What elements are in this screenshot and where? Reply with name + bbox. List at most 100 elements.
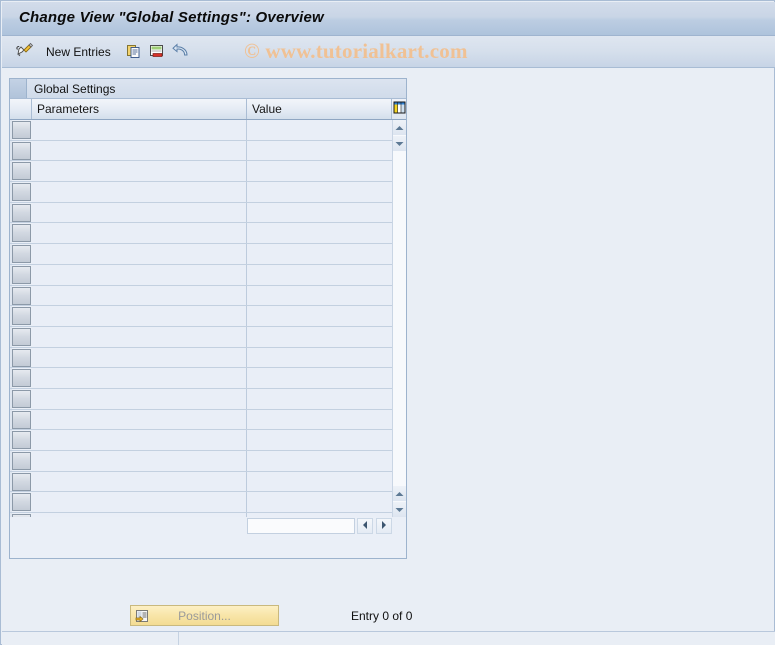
row-select-button[interactable] [12,162,31,181]
table-body[interactable] [10,120,406,517]
cell-value[interactable] [247,471,392,492]
table-row[interactable] [10,451,406,472]
panel-header: Global Settings [10,79,406,99]
scroll-right-button[interactable] [376,518,392,534]
row-select-button[interactable] [12,410,31,429]
cell-value[interactable] [247,182,392,202]
cell-value[interactable] [247,409,392,430]
table-row[interactable] [10,264,406,286]
table-row[interactable] [10,244,406,265]
delete-row-button[interactable] [147,39,167,65]
scroll-down-button[interactable] [393,502,406,517]
undo-change-button[interactable] [170,39,192,65]
scroll-page-up-button[interactable] [393,120,406,135]
row-select-button[interactable] [12,389,31,408]
cell-value[interactable] [247,451,392,471]
row-select-button[interactable] [12,245,31,264]
cell-parameters[interactable] [32,347,247,368]
new-entries-button[interactable]: New Entries [46,39,111,65]
table-row[interactable] [10,368,406,389]
row-select-button[interactable] [12,224,31,243]
cell-parameters[interactable] [32,409,247,430]
cell-value[interactable] [247,326,392,347]
column-header-select-all[interactable] [10,99,32,119]
scroll-page-down-button[interactable] [393,136,406,151]
scroll-left-button[interactable] [357,518,373,534]
cell-value[interactable] [247,202,392,223]
cell-value[interactable] [247,430,392,450]
cell-parameters[interactable] [32,264,247,285]
cell-parameters[interactable] [32,368,247,388]
cell-value[interactable] [247,306,392,326]
display-change-button[interactable] [10,39,40,65]
table-row[interactable] [10,120,406,141]
row-select-button[interactable] [12,369,31,388]
table-row[interactable] [10,471,406,493]
table-row[interactable] [10,223,406,245]
row-select-button[interactable] [12,493,31,512]
cell-parameters[interactable] [32,471,247,492]
cell-parameters[interactable] [32,223,247,244]
column-header-value[interactable]: Value [247,99,392,119]
table-row[interactable] [10,326,406,348]
table-row[interactable] [10,306,406,327]
panel-title: Global Settings [34,82,116,96]
cell-value[interactable] [247,388,392,409]
cell-parameters[interactable] [32,285,247,306]
row-select-button[interactable] [12,327,31,346]
cell-parameters[interactable] [32,388,247,409]
cell-parameters[interactable] [32,182,247,202]
cell-value[interactable] [247,223,392,244]
row-select-button[interactable] [12,203,31,222]
panel-tab-handle[interactable] [10,79,27,98]
status-bar [2,631,775,645]
horizontal-scroll-track[interactable] [247,518,355,534]
table-row[interactable] [10,285,406,307]
cell-parameters[interactable] [32,120,247,140]
table-row[interactable] [10,492,406,514]
cell-parameters[interactable] [32,430,247,450]
table-row[interactable] [10,430,406,451]
cell-parameters[interactable] [32,326,247,347]
table-vertical-scrollbar[interactable] [392,120,406,517]
row-select-button[interactable] [12,121,31,139]
row-select-button[interactable] [12,183,31,202]
column-header-parameters[interactable]: Parameters [32,99,247,119]
cell-value[interactable] [247,120,392,140]
scroll-up-button[interactable] [393,486,406,501]
cell-value[interactable] [247,368,392,388]
cell-parameters[interactable] [32,244,247,264]
table-row[interactable] [10,161,406,183]
row-select-button[interactable] [12,307,31,326]
table-row[interactable] [10,409,406,431]
cell-value[interactable] [247,264,392,285]
cell-parameters[interactable] [32,306,247,326]
row-select-button[interactable] [12,472,31,491]
scroll-up-icon [394,487,405,501]
table-row[interactable] [10,182,406,203]
row-select-button[interactable] [12,452,31,470]
cell-value[interactable] [247,140,392,161]
row-select-button[interactable] [12,141,31,160]
cell-value[interactable] [247,161,392,182]
cell-value[interactable] [247,285,392,306]
position-button[interactable]: Position... [130,605,279,626]
copy-as-button[interactable] [124,39,144,65]
row-select-button[interactable] [12,265,31,284]
table-row[interactable] [10,202,406,224]
table-row[interactable] [10,347,406,369]
cell-value[interactable] [247,492,392,513]
cell-value[interactable] [247,244,392,264]
table-row[interactable] [10,140,406,162]
cell-parameters[interactable] [32,161,247,182]
cell-parameters[interactable] [32,492,247,513]
cell-parameters[interactable] [32,202,247,223]
row-select-button[interactable] [12,348,31,367]
table-settings-button[interactable] [392,99,406,119]
cell-parameters[interactable] [32,140,247,161]
cell-value[interactable] [247,347,392,368]
table-row[interactable] [10,388,406,410]
row-select-button[interactable] [12,286,31,305]
cell-parameters[interactable] [32,451,247,471]
row-select-button[interactable] [12,431,31,450]
